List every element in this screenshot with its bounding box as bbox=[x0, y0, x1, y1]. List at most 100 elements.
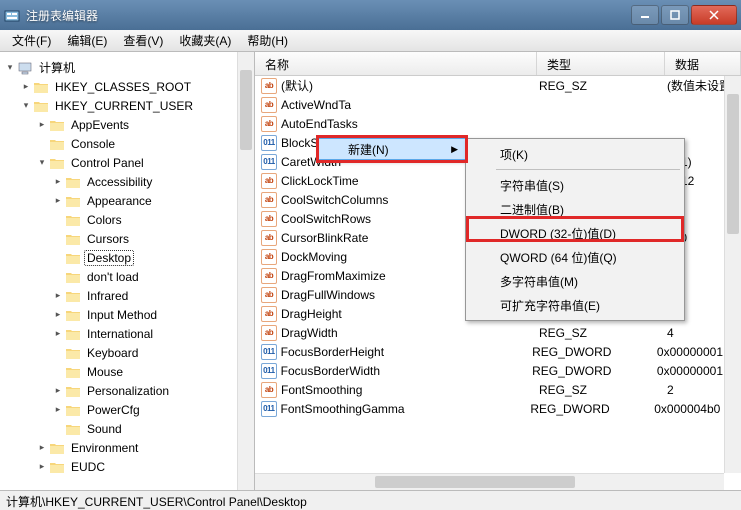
tree-item[interactable]: Cursors bbox=[4, 229, 254, 248]
tree-item[interactable]: Keyboard bbox=[4, 343, 254, 362]
tree-twisty-icon[interactable]: ▸ bbox=[52, 195, 64, 206]
list-row[interactable]: abAutoEndTasks bbox=[255, 114, 741, 133]
tree-twisty-icon[interactable]: ▾ bbox=[4, 62, 16, 73]
tree-twisty-icon[interactable]: ▸ bbox=[52, 176, 64, 187]
horizontal-scrollbar[interactable] bbox=[255, 473, 724, 490]
tree-item-label: Appearance bbox=[84, 193, 155, 209]
folder-icon bbox=[49, 156, 65, 170]
tree-twisty-icon[interactable]: ▾ bbox=[36, 157, 48, 168]
tree-item[interactable]: ▾HKEY_CURRENT_USER bbox=[4, 96, 254, 115]
tree-pane: ▾ 计算机▸HKEY_CLASSES_ROOT▾HKEY_CURRENT_USER… bbox=[0, 52, 255, 490]
menu-item-label: QWORD (64 位)值(Q) bbox=[500, 249, 617, 266]
scrollbar-thumb[interactable] bbox=[727, 94, 739, 234]
tree-item[interactable]: don't load bbox=[4, 267, 254, 286]
menu-item[interactable]: DWORD (32-位)值(D) bbox=[466, 221, 684, 245]
list-row[interactable]: 011FocusBorderWidthREG_DWORD0x00000001 (… bbox=[255, 361, 741, 380]
tree-item[interactable]: ▸EUDC bbox=[4, 457, 254, 476]
menubar: 文件(F) 编辑(E) 查看(V) 收藏夹(A) 帮助(H) bbox=[0, 30, 741, 52]
close-button[interactable] bbox=[691, 5, 737, 25]
maximize-button[interactable] bbox=[661, 5, 689, 25]
tree-item[interactable]: ▾Control Panel bbox=[4, 153, 254, 172]
col-type[interactable]: 类型 bbox=[537, 52, 665, 75]
list-row[interactable]: abActiveWndTa bbox=[255, 95, 741, 114]
tree-twisty-icon[interactable]: ▸ bbox=[52, 385, 64, 396]
tree-item-label: 计算机 bbox=[36, 58, 78, 77]
tree-item-label: International bbox=[84, 326, 156, 342]
tree-twisty-icon[interactable]: ▸ bbox=[36, 461, 48, 472]
menu-item[interactable]: 多字符串值(M) bbox=[466, 269, 684, 293]
tree-item[interactable]: ▸PowerCfg bbox=[4, 400, 254, 419]
string-value-icon: ab bbox=[261, 211, 277, 227]
tree-twisty-icon[interactable]: ▸ bbox=[52, 404, 64, 415]
menu-item-label: 字符串值(S) bbox=[500, 177, 564, 194]
menu-edit[interactable]: 编辑(E) bbox=[59, 30, 115, 51]
list-row[interactable]: abDragWidthREG_SZ4 bbox=[255, 323, 741, 342]
computer-icon bbox=[17, 61, 33, 75]
tree-twisty-icon[interactable]: ▸ bbox=[52, 309, 64, 320]
menu-item[interactable]: QWORD (64 位)值(Q) bbox=[466, 245, 684, 269]
tree-item[interactable]: ▸ Appearance bbox=[4, 191, 254, 210]
tree-item-label: AppEvents bbox=[68, 117, 132, 133]
tree-twisty-icon[interactable]: ▸ bbox=[36, 119, 48, 130]
cell-type: REG_DWORD bbox=[532, 364, 657, 378]
folder-icon bbox=[49, 137, 65, 151]
tree-item[interactable]: Colors bbox=[4, 210, 254, 229]
tree-item[interactable]: Sound bbox=[4, 419, 254, 438]
tree-item[interactable]: Mouse bbox=[4, 362, 254, 381]
menu-item-label: 可扩充字符串值(E) bbox=[500, 297, 600, 314]
menu-item[interactable]: 可扩充字符串值(E) bbox=[466, 293, 684, 317]
col-data[interactable]: 数据 bbox=[665, 52, 741, 75]
list-row[interactable]: 011FocusBorderHeightREG_DWORD0x00000001 … bbox=[255, 342, 741, 361]
tree-item[interactable]: ▸ International bbox=[4, 324, 254, 343]
tree-item[interactable]: ▸Personalization bbox=[4, 381, 254, 400]
scrollbar-thumb[interactable] bbox=[240, 70, 252, 150]
tree-twisty-icon[interactable]: ▸ bbox=[52, 290, 64, 301]
cell-name: FocusBorderHeight bbox=[281, 345, 533, 359]
list-row[interactable]: 011FontSmoothingGammaREG_DWORD0x000004b0… bbox=[255, 399, 741, 418]
menu-favorites[interactable]: 收藏夹(A) bbox=[171, 30, 239, 51]
tree[interactable]: ▾ 计算机▸HKEY_CLASSES_ROOT▾HKEY_CURRENT_USER… bbox=[0, 58, 254, 476]
cell-type: REG_SZ bbox=[539, 326, 667, 340]
dword-value-icon: 011 bbox=[261, 401, 277, 417]
menu-item[interactable]: 字符串值(S) bbox=[466, 173, 684, 197]
minimize-button[interactable] bbox=[631, 5, 659, 25]
string-value-icon: ab bbox=[261, 78, 277, 94]
cell-name: (默认) bbox=[281, 77, 539, 94]
tree-item-label: Cursors bbox=[84, 231, 132, 247]
tree-twisty-icon[interactable]: ▸ bbox=[20, 81, 32, 92]
menu-help[interactable]: 帮助(H) bbox=[239, 30, 296, 51]
scrollbar-thumb[interactable] bbox=[375, 476, 575, 488]
tree-twisty-icon[interactable]: ▾ bbox=[20, 100, 32, 111]
menu-item-new[interactable]: 新建(N) ▶ bbox=[317, 138, 467, 160]
tree-item-label: Sound bbox=[84, 421, 125, 437]
cell-name: FontSmoothing bbox=[281, 383, 539, 397]
tree-item[interactable]: Console bbox=[4, 134, 254, 153]
tree-item[interactable]: ▸HKEY_CLASSES_ROOT bbox=[4, 77, 254, 96]
tree-item-label: Accessibility bbox=[84, 174, 155, 190]
tree-twisty-icon[interactable]: ▸ bbox=[52, 328, 64, 339]
tree-item[interactable]: ▸Infrared bbox=[4, 286, 254, 305]
tree-item[interactable]: ▸Environment bbox=[4, 438, 254, 457]
tree-item[interactable]: ▸ Accessibility bbox=[4, 172, 254, 191]
tree-item[interactable]: ▸ AppEvents bbox=[4, 115, 254, 134]
tree-item[interactable]: Desktop bbox=[4, 248, 254, 267]
cell-name: FocusBorderWidth bbox=[281, 364, 533, 378]
tree-item[interactable]: ▸Input Method bbox=[4, 305, 254, 324]
menu-item[interactable]: 二进制值(B) bbox=[466, 197, 684, 221]
menu-item[interactable]: 项(K) bbox=[466, 142, 684, 166]
folder-icon bbox=[33, 99, 49, 113]
tree-item[interactable]: ▾ 计算机 bbox=[4, 58, 254, 77]
tree-scrollbar[interactable] bbox=[237, 52, 254, 490]
window-title: 注册表编辑器 bbox=[26, 7, 629, 24]
client-area: ▾ 计算机▸HKEY_CLASSES_ROOT▾HKEY_CURRENT_USER… bbox=[0, 52, 741, 490]
folder-icon bbox=[65, 384, 81, 398]
vertical-scrollbar[interactable] bbox=[724, 76, 741, 473]
menu-file[interactable]: 文件(F) bbox=[4, 30, 59, 51]
regedit-icon bbox=[4, 7, 20, 23]
col-name[interactable]: 名称 bbox=[255, 52, 537, 75]
list-row[interactable]: ab(默认)REG_SZ(数值未设置) bbox=[255, 76, 741, 95]
context-submenu: 项(K) 字符串值(S) 二进制值(B)DWORD (32-位)值(D) QWORD … bbox=[465, 138, 685, 321]
list-row[interactable]: abFontSmoothingREG_SZ2 bbox=[255, 380, 741, 399]
tree-twisty-icon[interactable]: ▸ bbox=[36, 442, 48, 453]
menu-view[interactable]: 查看(V) bbox=[115, 30, 171, 51]
